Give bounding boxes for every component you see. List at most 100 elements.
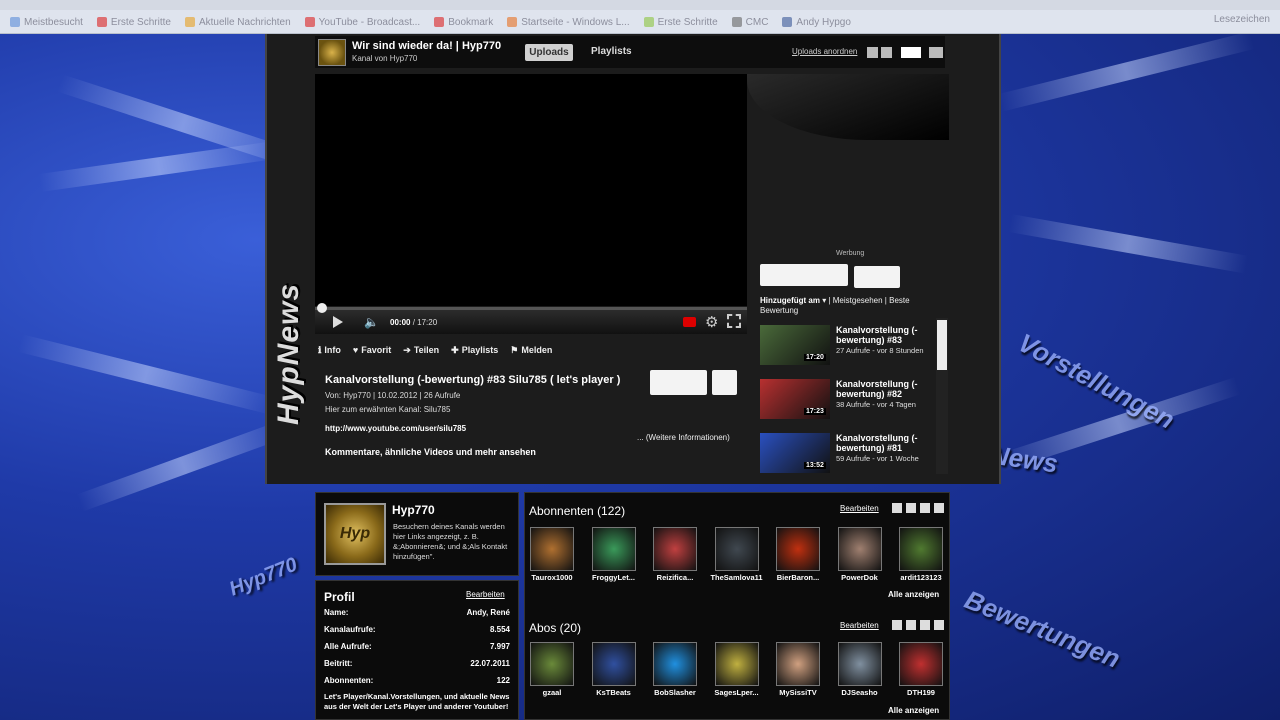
user-avatar[interactable]	[591, 642, 636, 686]
user-avatar[interactable]	[653, 642, 697, 686]
subscriptions-item[interactable]: MySissiTV	[770, 642, 826, 697]
sort-options[interactable]: Hinzugefügt am ▾ | Meistgesehen | Beste …	[760, 296, 920, 316]
user-name[interactable]: BierBaron...	[777, 573, 820, 582]
subscribers-item[interactable]: ardit123123	[893, 527, 949, 582]
related-title[interactable]: Kanalvorstellung (-bewertung) #83	[836, 325, 936, 345]
progress-scrubber[interactable]	[317, 303, 327, 313]
bookmark-item[interactable]: Aktuelle Nachrichten	[184, 17, 291, 28]
comments-link[interactable]: Kommentare, ähnliche Videos und mehr ans…	[325, 447, 536, 457]
view-grid-icon[interactable]	[929, 47, 943, 58]
dislike-button[interactable]	[712, 370, 737, 395]
bookmark-item[interactable]: YouTube - Broadcast...	[304, 17, 420, 28]
subscribers-item[interactable]: FroggyLet...	[586, 527, 642, 582]
like-button[interactable]	[650, 370, 707, 395]
more-info-link[interactable]: ... (Weitere Informationen)	[637, 433, 730, 442]
user-avatar[interactable]	[776, 642, 820, 686]
subscriptions-item[interactable]: SagesLper...	[709, 642, 765, 697]
ad-button[interactable]	[854, 266, 900, 288]
subscriptions-close-icon[interactable]	[934, 620, 944, 630]
user-name[interactable]: SagesLper...	[714, 688, 758, 697]
subscribers-item[interactable]: Taurox1000	[524, 527, 580, 582]
user-avatar[interactable]	[776, 527, 820, 571]
bookmark-item[interactable]: Meistbesucht	[10, 17, 83, 28]
subscriptions-edit-link[interactable]: Bearbeiten	[840, 621, 879, 630]
subscribers-item[interactable]: BierBaron...	[770, 527, 826, 582]
playlists-tab[interactable]: Playlists	[591, 46, 632, 57]
subscriptions-down-icon[interactable]	[906, 620, 916, 630]
user-name[interactable]: gzaal	[543, 688, 562, 697]
user-avatar[interactable]	[714, 642, 759, 686]
subscriptions-item[interactable]: DTH199	[893, 642, 949, 697]
user-name[interactable]: PowerDok	[841, 573, 878, 582]
related-video-item[interactable]: 13:52 Kanalvorstellung (-bewertung) #81 59…	[760, 433, 935, 481]
tab-playlists[interactable]: ✚ Playlists	[451, 345, 498, 356]
subscribers-close-icon[interactable]	[934, 503, 944, 513]
subscriptions-item[interactable]: DJSeasho	[832, 642, 888, 697]
bookmark-item[interactable]: Erste Schritte	[96, 17, 171, 28]
tab-info[interactable]: ℹ Info	[318, 345, 341, 356]
channel-owner[interactable]: Kanal von Hyp770	[352, 54, 417, 63]
subscriptions-collapse-icon[interactable]	[920, 620, 930, 630]
video-link[interactable]: http://www.youtube.com/user/silu785	[325, 424, 466, 433]
subscribers-up-icon[interactable]	[892, 503, 902, 513]
user-avatar[interactable]	[714, 527, 759, 571]
settings-gear-icon[interactable]: ⚙	[705, 313, 718, 331]
arrange-uploads-link[interactable]: Uploads anordnen	[792, 47, 857, 56]
related-video-item[interactable]: 17:20 Kanalvorstellung (-bewertung) #83 27…	[760, 325, 935, 373]
subscriptions-show-all[interactable]: Alle anzeigen	[888, 706, 939, 715]
user-avatar[interactable]	[837, 642, 882, 686]
bookmark-item[interactable]: Startseite - Windows L...	[507, 17, 630, 28]
sort-added[interactable]: Hinzugefügt am	[760, 296, 820, 305]
user-name[interactable]: ardit123123	[900, 573, 941, 582]
bookmark-item[interactable]: Erste Schritte	[643, 17, 718, 28]
play-icon[interactable]	[333, 316, 343, 328]
subscriptions-up-icon[interactable]	[892, 620, 902, 630]
user-name[interactable]: DTH199	[907, 688, 935, 697]
user-name[interactable]: TheSamlova11	[710, 573, 762, 582]
volume-icon[interactable]: 🔈	[364, 315, 380, 329]
user-name[interactable]: DJSeasho	[841, 688, 877, 697]
captions-icon[interactable]	[683, 317, 696, 327]
tab-teilen[interactable]: ➔ Teilen	[403, 345, 439, 356]
bookmark-item[interactable]: Bookmark	[434, 17, 493, 28]
tab-melden[interactable]: ⚑ Melden	[510, 345, 552, 356]
subscribers-item[interactable]: TheSamlova11	[709, 527, 765, 582]
fullscreen-icon[interactable]	[727, 314, 741, 328]
related-title[interactable]: Kanalvorstellung (-bewertung) #82	[836, 379, 936, 399]
user-avatar[interactable]	[530, 642, 574, 686]
profile-edit-link[interactable]: Bearbeiten	[466, 590, 505, 599]
related-title[interactable]: Kanalvorstellung (-bewertung) #81	[836, 433, 936, 453]
subscribers-item[interactable]: PowerDok	[832, 527, 888, 582]
other-bookmarks[interactable]: Lesezeichen	[1214, 14, 1270, 25]
bookmark-item[interactable]: Andy Hypgo	[782, 17, 851, 28]
user-name[interactable]: BobSlasher	[654, 688, 696, 697]
bookmark-item[interactable]: CMC	[731, 17, 768, 28]
scroll-thumb[interactable]	[937, 320, 947, 370]
subscriptions-item[interactable]: BobSlasher	[647, 642, 703, 697]
subscribers-show-all[interactable]: Alle anzeigen	[888, 590, 939, 599]
channel-avatar[interactable]	[318, 39, 346, 66]
tab-favorit[interactable]: ♥ Favorit	[353, 345, 391, 356]
user-avatar[interactable]	[530, 527, 574, 571]
user-name[interactable]: KsTBeats	[596, 688, 631, 697]
user-avatar[interactable]	[653, 527, 697, 571]
ad-banner[interactable]	[760, 264, 848, 286]
video-player[interactable]	[315, 74, 747, 306]
subscriptions-item[interactable]: gzaal	[524, 642, 580, 697]
user-name[interactable]: Reizifica...	[657, 573, 694, 582]
user-avatar[interactable]	[591, 527, 636, 571]
subscriptions-item[interactable]: KsTBeats	[586, 642, 642, 697]
subscribers-item[interactable]: Reizifica...	[647, 527, 703, 582]
view-player-icon[interactable]	[901, 47, 921, 58]
subscribers-down-icon[interactable]	[906, 503, 916, 513]
related-video-item[interactable]: 17:23 Kanalvorstellung (-bewertung) #82 38…	[760, 379, 935, 427]
subscribers-edit-link[interactable]: Bearbeiten	[840, 504, 879, 513]
user-avatar[interactable]	[899, 642, 943, 686]
user-name[interactable]: FroggyLet...	[592, 573, 635, 582]
user-avatar[interactable]	[899, 527, 943, 571]
subscribers-collapse-icon[interactable]	[920, 503, 930, 513]
user-name[interactable]: MySissiTV	[779, 688, 817, 697]
profile-avatar[interactable]: Hyp	[324, 503, 386, 565]
view-list-icon[interactable]	[881, 47, 892, 58]
user-name[interactable]: Taurox1000	[531, 573, 572, 582]
